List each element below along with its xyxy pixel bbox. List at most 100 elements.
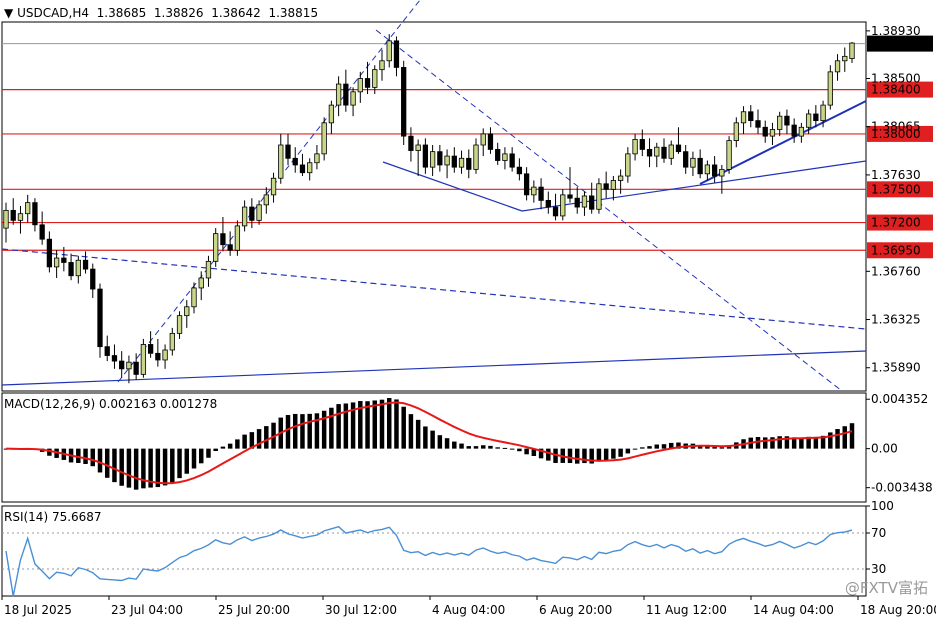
candle-110 xyxy=(798,122,805,143)
candle-body xyxy=(17,213,24,221)
candle-body xyxy=(842,55,848,62)
low-value: 1.38642 xyxy=(211,6,261,20)
candle-3 xyxy=(25,194,31,223)
candle-87 xyxy=(632,133,638,161)
candle-94 xyxy=(683,145,689,174)
candle-102 xyxy=(740,106,747,134)
candle-body xyxy=(249,206,255,221)
price-tick-label-6: 1.35890 xyxy=(871,361,921,375)
candle-19 xyxy=(140,338,147,378)
trend-line-0 xyxy=(1,248,867,330)
candle-body xyxy=(675,144,682,153)
candle-101 xyxy=(733,117,739,148)
dropdown-triangle-icon[interactable]: ▼ xyxy=(4,6,13,20)
macd-bar-70 xyxy=(509,448,515,450)
candle-90 xyxy=(654,142,660,168)
macd-bar-24 xyxy=(177,448,182,479)
candle-54 xyxy=(393,36,400,77)
candle-112 xyxy=(813,105,819,128)
candle-body xyxy=(292,157,298,166)
candle-68 xyxy=(495,142,501,165)
candle-84 xyxy=(610,176,617,201)
candle-58 xyxy=(422,138,429,174)
candle-40 xyxy=(292,147,298,173)
candle-body xyxy=(466,157,472,170)
macd-bar-63 xyxy=(459,443,464,449)
candle-body xyxy=(827,71,833,106)
level-badge-label-1.36950: 1.36950 xyxy=(871,243,921,257)
macd-tick-label-0: 0.004352 xyxy=(871,392,928,406)
candle-59 xyxy=(429,145,436,177)
macd-bar-58 xyxy=(423,426,428,449)
candle-body xyxy=(364,78,371,88)
price-tick-label-3: 1.37630 xyxy=(871,168,921,182)
time-label-7: 14 Aug 04:00 xyxy=(753,603,834,617)
macd-bar-55 xyxy=(401,406,406,449)
candle-33 xyxy=(241,200,248,232)
candle-body xyxy=(748,111,754,122)
candle-45 xyxy=(328,100,335,134)
candle-body xyxy=(46,238,53,268)
macd-bar-98 xyxy=(712,446,717,449)
rsi-tick-label-0: 100 xyxy=(871,499,894,513)
macd-bar-88 xyxy=(640,447,645,449)
candle-body xyxy=(444,155,450,166)
macd-bar-99 xyxy=(719,447,725,449)
candle-15 xyxy=(111,344,118,369)
trend-line-4 xyxy=(382,161,523,212)
candlesticks xyxy=(3,34,855,384)
macd-bar-86 xyxy=(625,448,631,454)
price-pane[interactable]: 1.384001.380001.375001.372001.369501.388… xyxy=(1,0,933,392)
macd-bar-90 xyxy=(654,444,660,449)
candle-body xyxy=(328,104,335,124)
macd-bar-36 xyxy=(264,426,269,449)
candle-body xyxy=(169,332,175,351)
candle-body xyxy=(487,133,494,150)
level-badge-label-1.37500: 1.37500 xyxy=(871,182,921,196)
candle-body xyxy=(769,129,776,137)
trend-line-3 xyxy=(375,29,843,392)
macd-bar-59 xyxy=(430,430,435,449)
candle-body xyxy=(307,162,313,174)
candle-body xyxy=(480,133,486,146)
candle-5 xyxy=(39,211,45,245)
candle-25 xyxy=(184,300,190,328)
rsi-label: RSI(14) 75.6687 xyxy=(4,510,102,524)
candle-55 xyxy=(401,60,407,145)
rsi-pane[interactable] xyxy=(2,525,866,597)
candle-body xyxy=(603,183,609,190)
time-axis: 18 Jul 2025 23 Jul 04:00 25 Jul 20:00 30 Ju… xyxy=(1,596,936,617)
candle-body xyxy=(299,164,306,174)
candle-body xyxy=(531,186,537,196)
symbol-header: ▼ USDCAD,H4 1.38685 1.38826 1.38642 1.38… xyxy=(4,6,318,20)
macd-bar-31 xyxy=(227,443,233,449)
trend-line-1 xyxy=(1,350,867,386)
macd-pane[interactable] xyxy=(3,398,855,490)
candle-41 xyxy=(299,153,306,177)
candle-body xyxy=(379,60,385,71)
rsi-tick-label-2: 30 xyxy=(871,562,886,576)
candle-body xyxy=(813,113,819,122)
candle-77 xyxy=(560,189,566,221)
candle-body xyxy=(61,257,67,263)
candle-34 xyxy=(249,198,255,229)
candle-21 xyxy=(155,338,161,367)
time-label-8: 18 Aug 20:00 xyxy=(860,603,936,617)
macd-bar-35 xyxy=(256,429,262,449)
trend-line-2 xyxy=(117,0,421,383)
candle-28 xyxy=(205,255,212,287)
macd-bar-14 xyxy=(104,448,110,478)
pane-frame-0 xyxy=(1,21,867,392)
level-badge-label-1.37200: 1.37200 xyxy=(871,216,921,230)
candle-11 xyxy=(82,251,89,274)
candle-78 xyxy=(567,167,573,203)
macd-bar-91 xyxy=(661,444,667,449)
candle-109 xyxy=(791,118,797,143)
time-label-3: 30 Jul 12:00 xyxy=(325,603,397,617)
candle-body xyxy=(256,204,262,221)
candle-56 xyxy=(408,127,414,162)
candle-body xyxy=(104,346,110,356)
candle-38 xyxy=(278,133,284,184)
usdcad-h4-chart[interactable]: 1.384001.380001.375001.372001.369501.388… xyxy=(0,0,936,624)
candle-body xyxy=(625,153,631,177)
